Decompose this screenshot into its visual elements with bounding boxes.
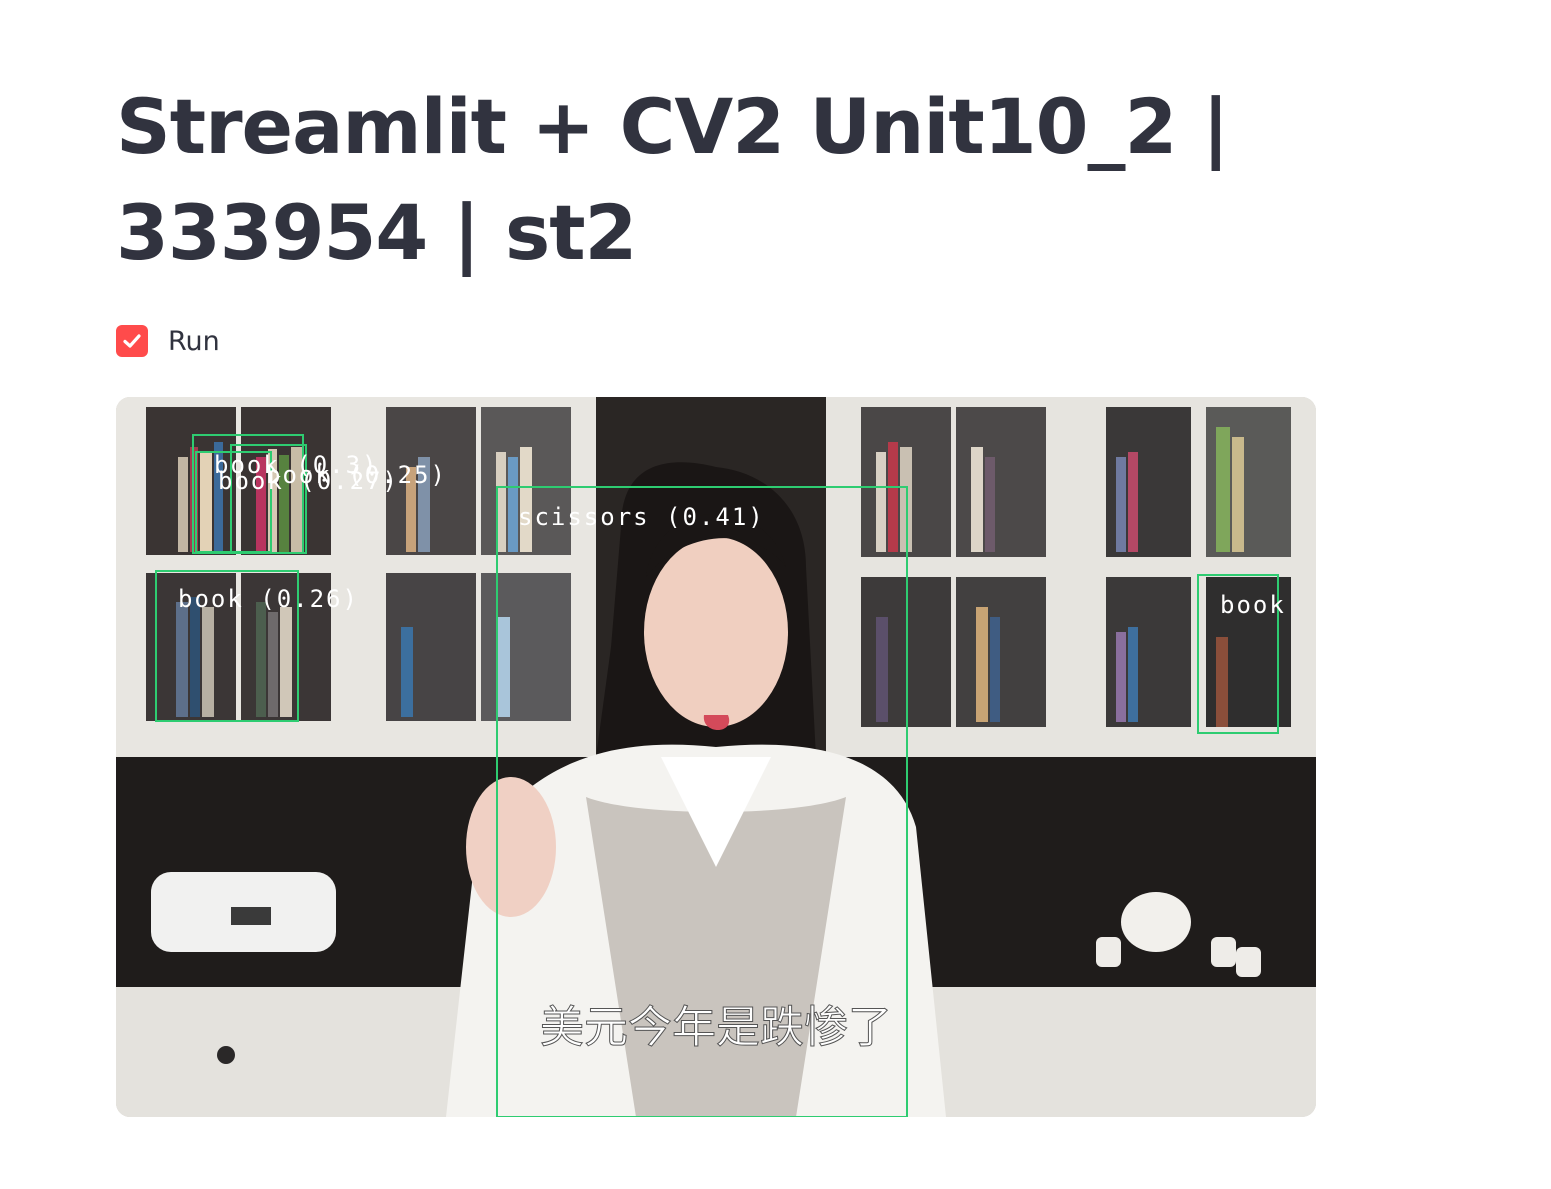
checkmark-icon (123, 334, 141, 348)
run-checkbox-label: Run (168, 325, 220, 357)
run-checkbox[interactable]: Run (116, 324, 220, 358)
streamlit-app: Streamlit + CV2 Unit10_2 | 333954 | st2 … (0, 0, 1551, 1189)
detection-label: book (1220, 591, 1286, 619)
detection-label: book (0.26) (178, 585, 359, 613)
page-title: Streamlit + CV2 Unit10_2 | 333954 | st2 (116, 82, 1230, 277)
drawer-knob (217, 1046, 235, 1064)
video-subtitle: 美元今年是跌惨了 (540, 1002, 892, 1053)
checkbox-checked-icon[interactable] (116, 325, 148, 357)
video-frame-image: book (0.3) book (0.27) book (0.25) book … (116, 397, 1316, 1117)
detection-label: scissors (0.41) (518, 503, 765, 531)
detection-label: book (0.25) (266, 461, 447, 489)
annotated-frame: book (0.3) book (0.27) book (0.25) book … (116, 397, 1316, 1117)
